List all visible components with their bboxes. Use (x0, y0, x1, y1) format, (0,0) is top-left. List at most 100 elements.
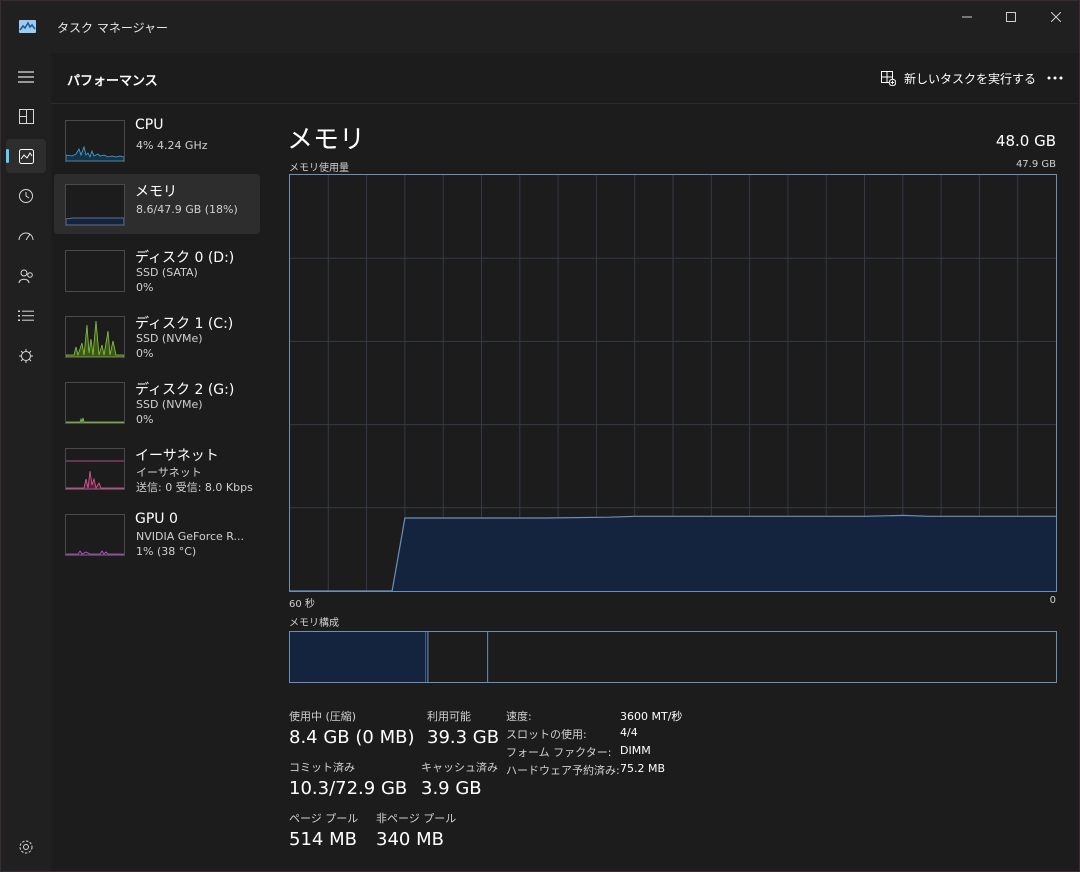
page-title: パフォーマンス (67, 74, 158, 89)
perf-item-usage: 0% (136, 281, 154, 294)
perf-item-name: GPU 0 (135, 511, 178, 527)
perf-item-detail: 4% 4.24 GHz (136, 139, 208, 152)
nav-details[interactable] (6, 299, 46, 333)
slots-used-label: スロットの使用: (506, 728, 587, 741)
title-bar: タスク マネージャー (1, 1, 1079, 53)
new-task-icon (881, 70, 896, 86)
perf-item-throughput: 送信: 0 受信: 8.0 Kbps (136, 481, 253, 494)
maximize-button[interactable] (989, 7, 1033, 27)
hardware-reserved-label: ハードウェア予約済み: (506, 764, 620, 777)
close-button[interactable] (1034, 7, 1078, 27)
perf-item-usage: 1% (38 °C) (136, 545, 197, 558)
time-axis-start: 60 秒 (289, 599, 315, 610)
memory-thumbnail (65, 184, 125, 226)
nav-settings[interactable] (6, 830, 46, 864)
perf-item-type: SSD (NVMe) (136, 398, 203, 411)
perf-item-gpu-0[interactable]: GPU 0 NVIDIA GeForce R... 1% (38 °C) (54, 504, 260, 564)
perf-item-disk-0[interactable]: ディスク 0 (D:) SSD (SATA) 0% (54, 240, 260, 300)
perf-item-disk-1[interactable]: ディスク 1 (C:) SSD (NVMe) 0% (54, 306, 260, 366)
app-history-icon (19, 189, 33, 203)
perf-item-name: メモリ (135, 184, 177, 200)
usage-graph-max: 47.9 GB (1015, 159, 1056, 170)
perf-item-name: ディスク 0 (D:) (135, 250, 235, 266)
memory-composition-bar (289, 631, 1057, 683)
services-icon (19, 349, 33, 363)
gpu-mini-graph (66, 550, 124, 555)
performance-content: CPU 4% 4.24 GHz メモリ 8.6/47.9 GB (18%) ディ… (51, 104, 1079, 871)
hamburger-icon (18, 71, 34, 83)
speed-value: 3600 MT/秒 (620, 710, 683, 723)
disk0-thumbnail (65, 250, 125, 292)
window-title: タスク マネージャー (57, 21, 168, 35)
form-factor-value: DIMM (620, 744, 651, 757)
in-use-value: 8.4 GB (0 MB) (289, 727, 415, 748)
ethernet-mini-graph (66, 460, 124, 489)
minimize-button[interactable] (945, 7, 989, 27)
disk2-thumbnail (65, 382, 125, 424)
perf-item-usage: 0% (136, 347, 154, 360)
perf-item-name: ディスク 1 (C:) (135, 316, 234, 332)
composition-segment-in_use[interactable] (290, 632, 426, 682)
run-new-task-button[interactable]: 新しいタスクを実行する (881, 67, 1036, 89)
nav-startup[interactable] (6, 219, 46, 253)
perf-item-cpu[interactable]: CPU 4% 4.24 GHz (54, 110, 260, 170)
users-icon (18, 269, 33, 284)
speed-label: 速度: (506, 710, 532, 723)
page-header: パフォーマンス 新しいタスクを実行する (51, 53, 1079, 104)
disk1-thumbnail (65, 316, 125, 358)
nav-processes[interactable] (6, 99, 46, 133)
memory-total: 48.0 GB (995, 132, 1056, 150)
perf-item-name: ディスク 2 (G:) (135, 382, 235, 398)
startup-icon (18, 232, 34, 241)
run-new-task-label: 新しいタスクを実行する (904, 71, 1037, 86)
perf-item-adapter: イーサネット (136, 466, 202, 479)
settings-icon (19, 840, 33, 854)
cached-label: キャッシュ済み (421, 761, 498, 774)
perf-item-ethernet[interactable]: イーサネット イーサネット 送信: 0 受信: 8.0 Kbps (54, 438, 260, 498)
perf-item-memory[interactable]: メモリ 8.6/47.9 GB (18%) (54, 174, 260, 234)
hardware-reserved-value: 75.2 MB (620, 762, 666, 775)
nonpaged-pool-value: 340 MB (376, 829, 444, 850)
active-indicator (6, 149, 9, 163)
details-icon (18, 310, 34, 321)
committed-value: 10.3/72.9 GB (289, 778, 408, 799)
task-manager-window: タスク マネージャー パフォーマンス 新しいタスクを実行する CPU 4% 4.… (0, 0, 1080, 872)
cached-value: 3.9 GB (421, 778, 482, 799)
composition-segment-standby[interactable] (428, 632, 488, 682)
nav-app-history[interactable] (6, 179, 46, 213)
gpu-thumbnail (65, 514, 125, 556)
perf-item-usage: 0% (136, 413, 154, 426)
usage-graph-label: メモリ使用量 (289, 163, 349, 174)
nav-performance[interactable] (6, 139, 46, 173)
nonpaged-pool-label: 非ページ プール (376, 812, 457, 825)
more-icon (1047, 76, 1063, 80)
nav-rail (1, 53, 51, 871)
nav-users[interactable] (6, 259, 46, 293)
performance-icon (18, 148, 34, 164)
nav-menu-toggle[interactable] (6, 60, 46, 94)
nav-services[interactable] (6, 339, 46, 373)
maximize-icon (1006, 12, 1016, 22)
in-use-label: 使用中 (圧縮) (289, 710, 357, 723)
processes-icon (18, 108, 34, 124)
slots-used-value: 4/4 (620, 726, 638, 739)
detail-title: メモリ (287, 125, 366, 155)
composition-segment-free[interactable] (488, 632, 1056, 682)
perf-item-type: SSD (SATA) (136, 266, 198, 279)
perf-item-model: NVIDIA GeForce R... (136, 530, 245, 543)
close-icon (1051, 12, 1061, 22)
memory-usage-area (290, 515, 1056, 591)
perf-item-disk-2[interactable]: ディスク 2 (G:) SSD (NVMe) 0% (54, 372, 260, 432)
more-options-button[interactable] (1043, 67, 1067, 89)
disk1-mini-graph (66, 320, 124, 357)
form-factor-label: フォーム ファクター: (506, 746, 612, 759)
ethernet-thumbnail (65, 448, 125, 490)
available-label: 利用可能 (427, 710, 471, 723)
task-manager-icon (19, 18, 36, 33)
time-axis-end: 0 (1049, 595, 1056, 606)
paged-pool-label: ページ プール (289, 812, 359, 825)
paged-pool-value: 514 MB (289, 829, 357, 850)
minimize-icon (962, 16, 972, 18)
memory-mini-graph (66, 217, 124, 225)
memory-usage-graph (289, 174, 1057, 592)
